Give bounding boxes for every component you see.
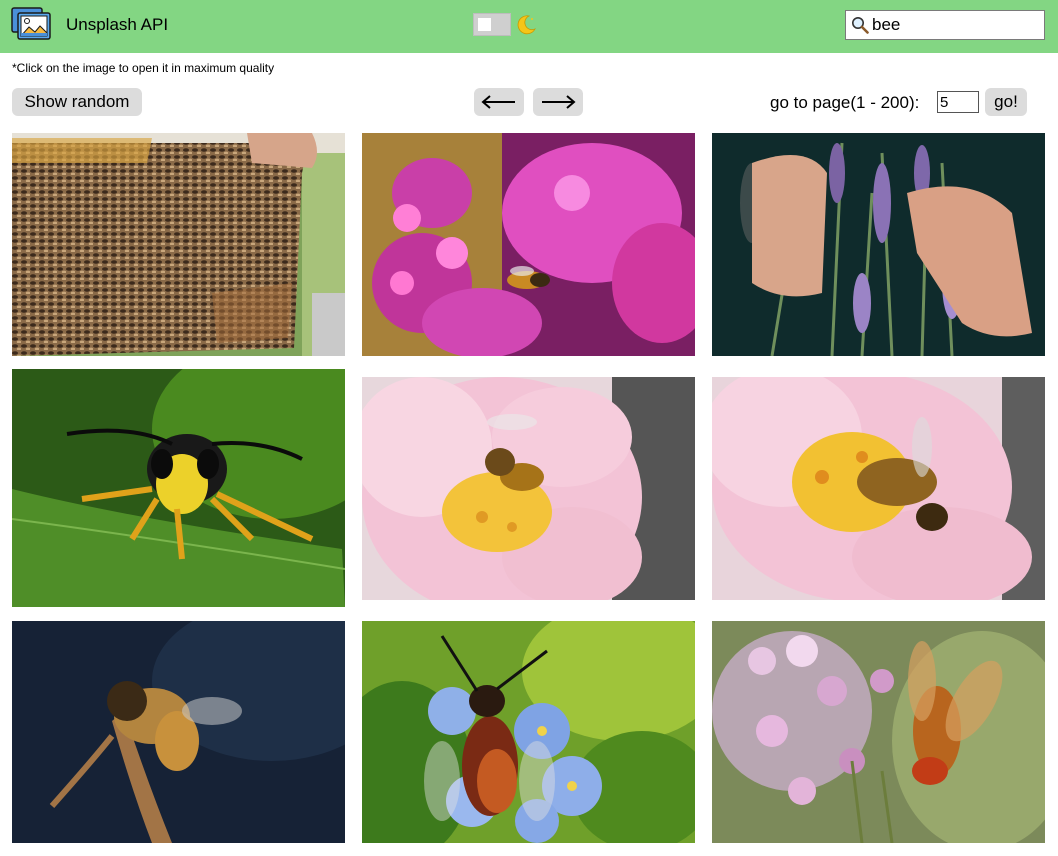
- go-button[interactable]: go!: [985, 88, 1027, 116]
- photo-card[interactable]: [712, 377, 1045, 600]
- arrow-left-icon: [481, 95, 515, 109]
- photo-image: [712, 133, 1045, 356]
- photo-card[interactable]: [12, 621, 345, 843]
- photo-card[interactable]: [12, 369, 345, 607]
- photo-image: [712, 377, 1045, 600]
- photo-card[interactable]: [712, 621, 1045, 843]
- search-input[interactable]: [872, 13, 1040, 37]
- photo-card[interactable]: [362, 133, 695, 356]
- photo-image: [362, 133, 695, 356]
- show-random-button[interactable]: Show random: [12, 88, 142, 116]
- photo-image: [362, 621, 695, 843]
- photo-image: [12, 621, 345, 843]
- toggle-knob: [478, 18, 491, 31]
- previous-page-button[interactable]: [474, 88, 524, 116]
- moon-icon: [517, 15, 536, 35]
- theme-toggle[interactable]: [473, 13, 511, 36]
- hint-text: *Click on the image to open it in maximu…: [12, 61, 275, 75]
- photo-card[interactable]: [362, 377, 695, 600]
- page-number-input[interactable]: [937, 91, 979, 113]
- photo-image: [712, 621, 1045, 843]
- go-to-page-label: go to page(1 - 200):: [770, 93, 920, 112]
- gallery-logo-icon[interactable]: [11, 7, 53, 43]
- photo-card[interactable]: [712, 133, 1045, 356]
- arrow-right-icon: [542, 95, 576, 109]
- app-title: Unsplash API: [66, 15, 169, 34]
- next-page-button[interactable]: [533, 88, 583, 116]
- photo-image: [12, 369, 345, 607]
- header-bar: Unsplash API: [0, 0, 1058, 53]
- search-icon: [852, 17, 869, 34]
- photo-image: [12, 133, 345, 356]
- photo-image: [362, 377, 695, 600]
- photo-card[interactable]: [12, 133, 345, 356]
- search-box: [845, 10, 1045, 40]
- photo-card[interactable]: [362, 621, 695, 843]
